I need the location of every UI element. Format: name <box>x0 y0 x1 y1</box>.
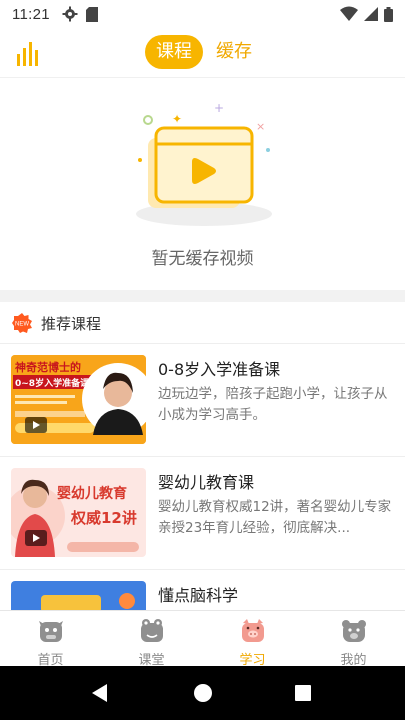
tab-study[interactable]: 学习 <box>202 611 303 668</box>
course-item-infant-education[interactable]: 婴幼儿教育 权威12讲 婴幼儿教育课 婴幼儿教育权威12讲，著名婴幼儿专家亲授2… <box>0 457 405 570</box>
classroom-frog-icon <box>141 619 163 642</box>
home-cow-icon <box>39 621 63 642</box>
course-thumbnail-art <box>11 581 146 610</box>
tab-home[interactable]: 首页 <box>0 611 101 668</box>
course-thumbnail: 神奇范博士的 0~8岁入学准备课 <box>11 355 146 444</box>
section-divider <box>0 290 405 302</box>
course-list: 神奇范博士的 0~8岁入学准备课 0-8岁入学准备课 边玩边学，陪孩子起跑小学，… <box>0 344 405 610</box>
course-thumbnail <box>11 581 146 610</box>
mine-bear-icon <box>342 620 366 642</box>
back-icon[interactable] <box>92 684 108 702</box>
tab-cache[interactable]: 缓存 <box>210 35 258 69</box>
svg-text:×: × <box>256 120 265 133</box>
tab-classroom[interactable]: 课堂 <box>101 611 202 668</box>
play-icon <box>25 530 47 546</box>
system-nav-bar <box>0 666 405 720</box>
svg-text:✦: ✦ <box>172 112 182 126</box>
course-title: 婴幼儿教育课 <box>158 473 255 492</box>
sd-card-icon <box>85 6 98 22</box>
empty-video-illustration: ✦ + × <box>136 101 272 226</box>
svg-text:0~8岁入学准备课: 0~8岁入学准备课 <box>15 377 90 389</box>
course-desc: 婴幼儿教育权威12讲，著名婴幼儿专家亲授23年育儿经验，彻底解决... <box>158 499 392 536</box>
status-time: 11:21 <box>12 5 50 23</box>
course-title: 0-8岁入学准备课 <box>158 360 281 379</box>
svg-text:x: x <box>353 14 358 22</box>
svg-text:婴幼儿教育: 婴幼儿教育 <box>57 485 127 502</box>
app-root: 11:21 x 课程 缓存 ✦ + × 暂无缓存视频 NEW 推荐课程 神奇范博… <box>0 0 405 720</box>
battery-icon <box>384 6 393 22</box>
course-thumbnail: 婴幼儿教育 权威12讲 <box>11 468 146 557</box>
tab-mine[interactable]: 我的 <box>303 611 404 668</box>
bottom-tab-bar: 首页 课堂 学习 我的 <box>0 610 405 668</box>
status-bar: 11:21 x <box>0 0 405 28</box>
study-pig-icon <box>242 619 264 642</box>
home-button-icon[interactable] <box>194 684 212 702</box>
stats-menu-icon[interactable] <box>14 38 44 68</box>
course-title: 懂点脑科学 <box>158 586 239 605</box>
svg-text:神奇范博士的: 神奇范博士的 <box>15 360 81 374</box>
wifi-icon: x <box>340 6 358 22</box>
svg-text:+: + <box>214 101 224 115</box>
course-item-entrance-prep[interactable]: 神奇范博士的 0~8岁入学准备课 0-8岁入学准备课 边玩边学，陪孩子起跑小学，… <box>0 344 405 457</box>
course-item-brain-science[interactable]: 懂点脑科学 <box>0 570 405 610</box>
empty-message: 暂无缓存视频 <box>151 249 254 269</box>
svg-text:权威12讲: 权威12讲 <box>70 509 137 527</box>
course-desc: 边玩边学，陪孩子起跑小学，让孩子从小成为学习高手。 <box>158 386 388 423</box>
empty-state: ✦ + × 暂无缓存视频 <box>0 78 405 290</box>
svg-text:NEW: NEW <box>15 322 29 328</box>
new-badge-icon: NEW <box>12 313 32 333</box>
settings-icon <box>62 6 78 22</box>
top-nav: 课程 缓存 <box>0 28 405 78</box>
recommended-header: NEW 推荐课程 <box>0 302 405 344</box>
recommended-title: 推荐课程 <box>41 315 102 333</box>
play-icon <box>25 417 47 433</box>
tab-course[interactable]: 课程 <box>145 35 203 69</box>
signal-icon <box>364 7 378 21</box>
recent-apps-icon[interactable] <box>295 685 311 701</box>
